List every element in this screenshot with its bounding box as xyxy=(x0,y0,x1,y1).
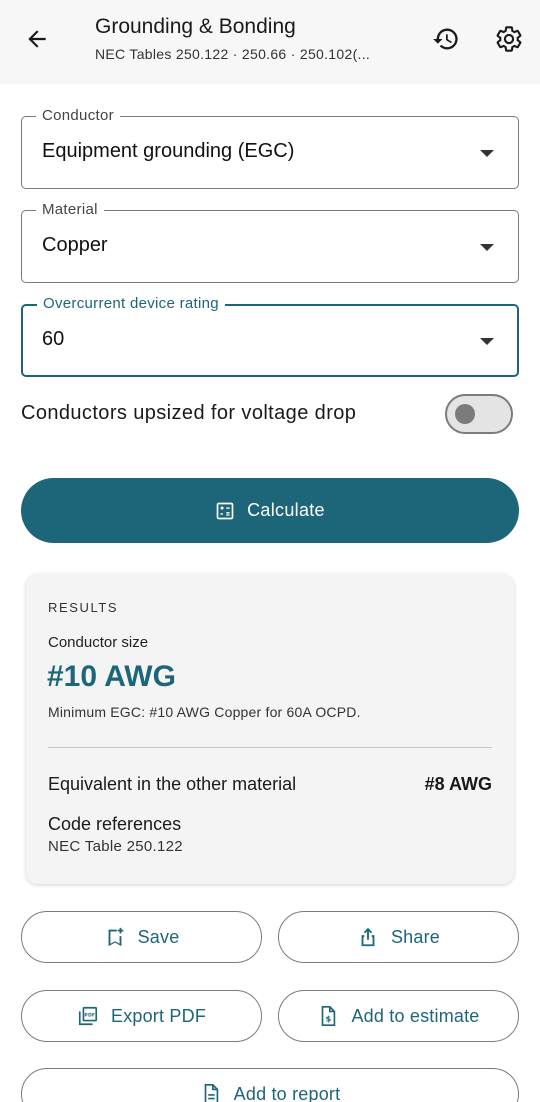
save-label: Save xyxy=(137,926,180,947)
history-button[interactable] xyxy=(424,17,468,61)
upsized-toggle-switch[interactable] xyxy=(445,394,513,434)
calculator-icon xyxy=(216,502,234,519)
material-label: Material xyxy=(36,201,104,218)
pdf-icon: PDF xyxy=(77,1005,99,1027)
page-subtitle: NEC Tables 250.122 · 250.66 · 250.102(..… xyxy=(95,46,371,62)
history-icon xyxy=(433,28,458,50)
add-to-report-label: Add to report xyxy=(233,1083,341,1102)
divider xyxy=(48,747,492,748)
add-to-estimate-label: Add to estimate xyxy=(351,1005,480,1026)
calculate-label: Calculate xyxy=(247,500,325,520)
material-value: Copper xyxy=(42,234,108,256)
bookmark-add-icon xyxy=(104,926,126,948)
result-note: Minimum EGC: #10 AWG Copper for 60A OCPD… xyxy=(48,704,361,720)
page-title: Grounding & Bonding xyxy=(95,15,296,38)
export-pdf-button[interactable]: PDF Export PDF xyxy=(21,990,262,1042)
conductor-value: Equipment grounding (EGC) xyxy=(42,140,295,162)
svg-text:PDF: PDF xyxy=(84,1012,95,1018)
app-bar: Grounding & Bonding NEC Tables 250.122 ·… xyxy=(0,0,540,84)
conductor-select[interactable]: Conductor Equipment grounding (EGC) xyxy=(21,107,519,189)
chevron-down-icon xyxy=(480,338,494,345)
results-card: RESULTS Conductor size #10 AWG Minimum E… xyxy=(26,574,514,884)
save-button[interactable]: Save xyxy=(21,911,262,963)
chevron-down-icon xyxy=(480,150,494,157)
conductor-size-value: #10 AWG xyxy=(47,660,176,693)
conductor-label: Conductor xyxy=(36,107,120,124)
upsized-toggle-label: Conductors upsized for voltage drop xyxy=(21,402,357,424)
gear-icon xyxy=(496,26,522,52)
results-heading: RESULTS xyxy=(48,600,119,615)
ocpd-rating-label: Overcurrent device rating xyxy=(37,295,225,312)
switch-knob xyxy=(455,404,475,424)
code-references-label: Code references xyxy=(48,814,182,834)
arrow-back-icon xyxy=(28,30,46,48)
share-button[interactable]: Share xyxy=(278,911,519,963)
invoice-icon: $ xyxy=(317,1005,339,1027)
back-button[interactable] xyxy=(15,17,59,61)
share-icon xyxy=(357,926,379,948)
add-to-report-button[interactable]: Add to report xyxy=(21,1068,519,1102)
chevron-down-icon xyxy=(480,244,494,251)
ocpd-rating-select[interactable]: Overcurrent device rating 60 xyxy=(21,295,519,377)
ocpd-rating-value: 60 xyxy=(42,328,65,350)
equivalent-value: #8 AWG xyxy=(424,774,492,794)
settings-button[interactable] xyxy=(487,17,531,61)
code-references-value: NEC Table 250.122 xyxy=(48,838,183,855)
calculate-button[interactable]: Calculate xyxy=(21,478,519,543)
export-pdf-label: Export PDF xyxy=(110,1005,207,1026)
document-icon xyxy=(200,1083,222,1102)
material-select[interactable]: Material Copper xyxy=(21,201,519,283)
conductor-size-label: Conductor size xyxy=(48,634,149,651)
add-to-estimate-button[interactable]: $ Add to estimate xyxy=(278,990,519,1042)
upsized-toggle-row: Conductors upsized for voltage drop xyxy=(21,394,519,436)
share-label: Share xyxy=(390,926,441,947)
svg-text:$: $ xyxy=(326,1014,332,1024)
equivalent-label: Equivalent in the other material xyxy=(48,774,297,794)
